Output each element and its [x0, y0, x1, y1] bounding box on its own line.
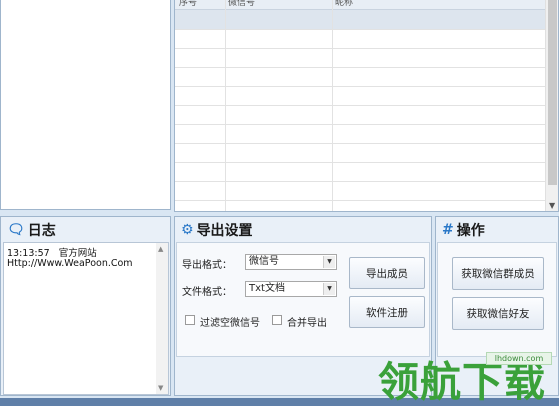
get-friends-button[interactable]: 获取微信好友	[452, 297, 544, 330]
scroll-down-icon[interactable]: ▼	[549, 201, 555, 210]
export-members-button[interactable]: 导出成员	[349, 257, 425, 289]
scroll-down-icon[interactable]: ▼	[158, 384, 163, 392]
gear-icon: ⚙	[181, 222, 194, 238]
log-line: 13:13:57 官方网站	[7, 248, 97, 259]
table-scrollbar[interactable]: ▼	[545, 0, 558, 211]
get-group-members-button[interactable]: 获取微信群成员	[452, 257, 544, 290]
column-header-index: 序号	[179, 0, 198, 8]
row-divider	[175, 105, 545, 106]
log-panel-title: 🗨 日志	[7, 222, 56, 239]
column-header-wechat-id: 微信号	[228, 0, 256, 8]
filter-empty-checkbox[interactable]	[185, 315, 195, 325]
export-format-select[interactable]: 微信号 ▼	[245, 254, 337, 270]
row-divider	[175, 86, 545, 87]
log-scrollbar[interactable]: ▲ ▼	[156, 243, 168, 394]
group-list[interactable]	[0, 0, 171, 210]
row-divider	[175, 200, 545, 201]
row-divider	[175, 162, 545, 163]
log-textbox[interactable]: 13:13:57 官方网站 Http://Www.WeaPoon.Com ▲ ▼	[3, 242, 169, 395]
row-divider	[175, 48, 545, 49]
row-divider	[175, 29, 545, 30]
merge-export-checkbox[interactable]	[272, 315, 282, 325]
scroll-up-icon[interactable]: ▲	[158, 245, 163, 253]
filter-empty-label: 过滤空微信号	[200, 318, 260, 329]
member-table[interactable]: 序号 微信号 昵称 ▼	[174, 0, 559, 212]
file-format-label: 文件格式：	[182, 287, 232, 298]
export-panel-title: ⚙ 导出设置	[181, 222, 253, 239]
operations-panel-title: # 操作	[442, 222, 485, 239]
merge-export-label: 合并导出	[287, 318, 327, 329]
software-register-button[interactable]: 软件注册	[349, 296, 425, 328]
column-header-nickname: 昵称	[335, 0, 354, 8]
table-header: 序号 微信号 昵称	[175, 0, 545, 10]
watermark-url: lhdown.com	[486, 352, 552, 365]
hash-icon: #	[442, 222, 454, 238]
chevron-down-icon: ▼	[323, 283, 335, 295]
row-divider	[175, 124, 545, 125]
log-line: Http://Www.WeaPoon.Com	[7, 258, 133, 269]
export-format-label: 导出格式：	[182, 260, 232, 271]
table-row-selected[interactable]	[175, 10, 545, 29]
row-divider	[175, 181, 545, 182]
export-settings-box: 导出格式： 微信号 ▼ 文件格式： Txt文档 ▼ 过滤空微信号 合并导出 导出…	[176, 242, 430, 357]
speech-bubble-icon: 🗨	[7, 222, 25, 238]
chevron-down-icon: ▼	[323, 256, 335, 268]
operations-box: 获取微信群成员 获取微信好友	[437, 242, 557, 357]
scrollbar-thumb[interactable]	[548, 0, 557, 185]
row-divider	[175, 67, 545, 68]
row-divider	[175, 143, 545, 144]
log-panel: 🗨 日志 13:13:57 官方网站 Http://Www.WeaPoon.Co…	[0, 216, 171, 396]
file-format-select[interactable]: Txt文档 ▼	[245, 281, 337, 297]
